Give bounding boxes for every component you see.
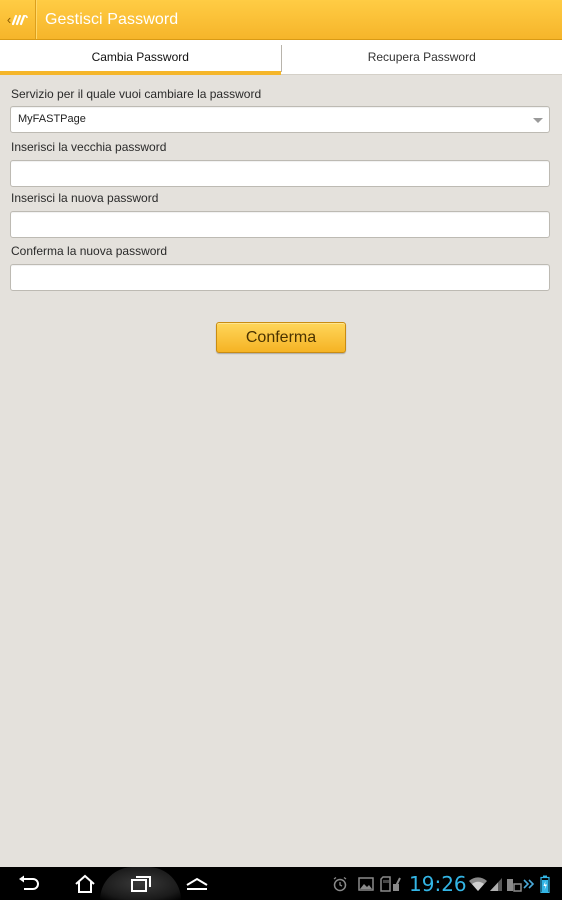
recent-apps-button[interactable] [126,867,156,900]
chevron-right-icon [523,875,535,893]
clock-time: 19:26 [409,872,467,896]
confirm-password-field-wrap [10,264,550,291]
action-bar: ‹ Gestisci Password [0,0,562,40]
confirm-button[interactable]: Conferma [216,322,346,353]
tab-cambia-password[interactable]: Cambia Password [0,40,281,75]
battery-icon [540,875,550,893]
home-button[interactable] [70,867,100,900]
menu-button[interactable] [183,867,211,900]
service-select[interactable]: MyFASTPage [10,106,550,133]
app-logo-icon [12,14,28,25]
wifi-icon [468,875,488,893]
system-navigation-bar: 19:26 [0,867,562,900]
up-navigation-button[interactable]: ‹ [0,0,36,39]
menu-icon [186,877,208,890]
tab-label: Cambia Password [91,50,189,64]
new-password-field-wrap [10,211,550,238]
alarm-icon [332,875,348,893]
new-password-label: Inserisci la nuova password [11,191,159,205]
confirm-button-label: Conferma [245,328,317,346]
service-select-value: MyFASTPage [18,113,86,125]
old-password-field-wrap [10,160,550,187]
old-password-label: Inserisci la vecchia password [11,140,167,154]
back-icon [19,875,39,890]
page-title: Gestisci Password [45,10,179,28]
home-icon [75,874,95,893]
tab-recupera-password[interactable]: Recupera Password [282,40,562,74]
back-button[interactable] [14,867,44,900]
gallery-icon [358,875,374,893]
service-label: Servizio per il quale vuoi cambiare la p… [11,87,262,101]
tab-label: Recupera Password [367,50,476,64]
confirm-password-label: Conferma la nuova password [11,244,168,258]
app-root: ‹ Gestisci Password Cambia Password Recu… [0,0,562,900]
chevron-left-icon: ‹ [6,12,12,27]
signal-icon [489,875,503,893]
sd-card-icon [380,875,404,893]
recent-apps-icon [131,875,151,892]
confirm-password-input[interactable] [11,265,549,290]
new-password-input[interactable] [11,212,549,237]
sync-icon [505,875,523,893]
old-password-input[interactable] [11,161,549,186]
tab-bar: Cambia Password Recupera Password [0,40,562,75]
dropdown-caret-icon [533,118,543,123]
